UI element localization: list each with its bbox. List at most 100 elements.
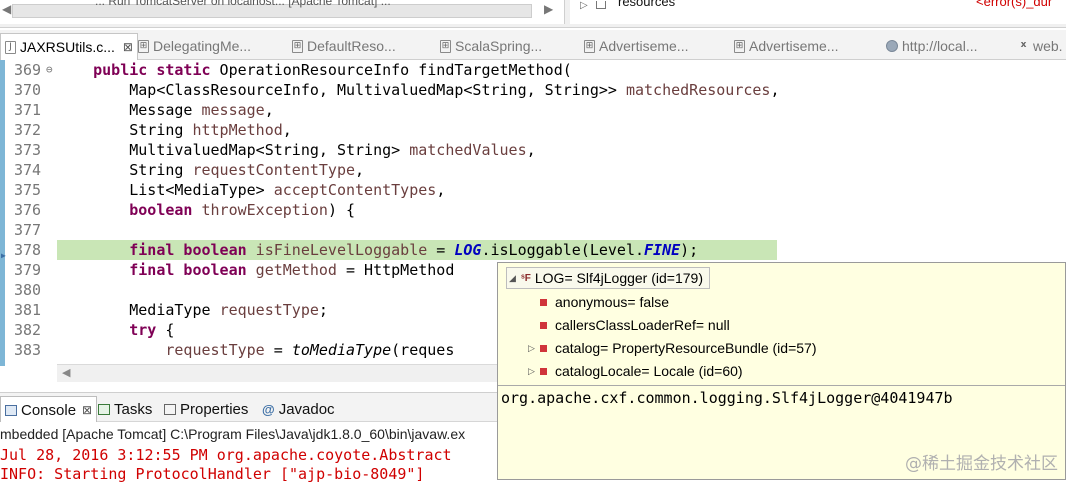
tab-label: Advertiseme... [599, 38, 689, 54]
top-strip: ◀ ▶ ... Run TomcatServer on localhost...… [0, 0, 1066, 28]
code-line: 371 Message message, [14, 101, 274, 119]
code-line: 374 String requestContentType, [14, 161, 365, 179]
tab-label: JAXRSUtils.c... [20, 39, 115, 55]
console-icon [5, 404, 17, 416]
expand-triangle-icon[interactable]: ▷ [580, 0, 588, 11]
tree-item-label: catalogLocale= Locale (id=60) [555, 363, 743, 379]
tree-item-label: anonymous= false [555, 294, 670, 310]
code-line: 377 [0, 220, 1066, 240]
tab-label: web. [1033, 38, 1063, 54]
tree-root-item[interactable]: ◢ ˢF LOG= Slf4jLogger (id=179) [506, 267, 710, 289]
code-line: 373 MultivaluedMap<String, String> match… [14, 141, 536, 159]
tasks-icon [98, 403, 110, 415]
tab-label: DelegatingMe... [153, 38, 252, 54]
tab-localhost[interactable]: http://local... [882, 34, 981, 58]
tree-item-label: LOG= Slf4jLogger (id=179) [534, 270, 703, 286]
class-file-icon: ⊞ [440, 39, 451, 53]
tree-item-label: callersClassLoaderRef= null [555, 317, 730, 333]
tree-item[interactable]: ▷ catalog= PropertyResourceBundle (id=57… [528, 337, 817, 359]
console-output-line: Jul 28, 2016 3:12:55 PM org.apache.coyot… [0, 446, 452, 464]
static-field-icon: ˢF [521, 272, 531, 284]
scroll-left-icon[interactable]: ◀ [62, 366, 70, 379]
tab-jaxrsutils[interactable]: J JAXRSUtils.c... ⊠ [0, 33, 138, 60]
tab-javadoc[interactable]: @ Javadoc [262, 398, 335, 420]
tree-item[interactable]: callersClassLoaderRef= null [528, 314, 730, 336]
current-execution-line: ▶ 378 final boolean isFineLevelLoggable … [0, 240, 1066, 260]
line-number: 374 [14, 161, 42, 179]
line-number: 379 [14, 261, 42, 279]
code-line: 369 ⊖ public static OperationResourceInf… [14, 60, 572, 80]
tab-label: DefaultReso... [307, 38, 396, 54]
line-number: 381 [14, 301, 42, 319]
line-number: 372 [14, 121, 42, 139]
close-icon[interactable]: ⊠ [82, 403, 92, 417]
fold-icon[interactable]: ⊖ [46, 60, 53, 80]
editor-horizontal-scrollbar[interactable]: ◀ [57, 364, 499, 382]
expand-triangle-icon[interactable]: ▷ [528, 343, 540, 354]
tab-tasks[interactable]: Tasks [98, 398, 152, 420]
collapse-triangle-icon[interactable]: ◢ [509, 273, 521, 284]
line-number: 380 [14, 281, 42, 299]
folder-icon [596, 1, 606, 9]
line-number: 382 [14, 321, 42, 339]
close-icon[interactable]: ⊠ [123, 40, 133, 54]
scroll-left-icon[interactable]: ◀ [2, 2, 11, 16]
code-line: 375 List<MediaType> acceptContentTypes, [14, 181, 446, 199]
private-field-icon [540, 367, 547, 375]
properties-icon [164, 403, 176, 415]
tab-label: Advertiseme... [749, 38, 839, 54]
code-line: 376 boolean throwException) { [14, 201, 356, 219]
tab-label: Properties [180, 400, 249, 418]
line-number: 370 [14, 81, 42, 99]
tab-console[interactable]: Console ⊠ [0, 396, 98, 423]
scroll-right-icon[interactable]: ▶ [544, 2, 553, 16]
line-number: 378 [14, 241, 42, 259]
line-number: 371 [14, 101, 42, 119]
class-file-icon: ⊞ [138, 39, 149, 53]
tab-label: Tasks [114, 400, 153, 418]
private-field-icon [540, 321, 547, 329]
console-output-line: INFO: Starting ProtocolHandler ["ajp-bio… [0, 465, 425, 483]
tree-item-label: catalog= PropertyResourceBundle (id=57) [555, 340, 817, 356]
editor-tab-bar: J JAXRSUtils.c... ⊠ ⊞ DelegatingMe... ⊞ … [0, 30, 1066, 60]
private-field-icon [540, 298, 547, 306]
cut-off-text: ... Run TomcatServer on localhost... [Ap… [95, 0, 391, 8]
launch-history-pane: ◀ ▶ ... Run TomcatServer on localhost...… [0, 0, 565, 24]
tree-item[interactable]: anonymous= false [528, 291, 669, 313]
javadoc-icon: @ [262, 401, 275, 417]
views-tab-bar: Console ⊠ Tasks Properties @ Javadoc [0, 392, 500, 423]
line-number: 383 [14, 341, 42, 359]
expand-triangle-icon[interactable]: ▷ [528, 366, 540, 377]
tab-delegating[interactable]: ⊞ DelegatingMe... [134, 34, 255, 58]
tab-advertiseme-1[interactable]: ⊞ Advertiseme... [580, 34, 692, 58]
console-view[interactable]: mbedded [Apache Tomcat] C:\Program Files… [0, 422, 500, 483]
code-line: 372 String httpMethod, [14, 121, 292, 139]
line-number: 376 [14, 201, 42, 219]
globe-icon [886, 40, 898, 52]
tab-properties[interactable]: Properties [164, 398, 248, 420]
console-process-label: mbedded [Apache Tomcat] C:\Program Files… [0, 426, 466, 442]
variable-detail-text[interactable]: org.apache.cxf.common.logging.Slf4jLogge… [501, 389, 953, 407]
class-file-icon: ⊞ [584, 39, 595, 53]
tab-defaultreso[interactable]: ⊞ DefaultReso... [288, 34, 400, 58]
popup-divider[interactable] [498, 385, 1065, 386]
problems-pane: ▷ resources <error(s)_dur [570, 0, 1066, 24]
line-number: 373 [14, 141, 42, 159]
tree-item[interactable]: ▷ catalogLocale= Locale (id=60) [528, 360, 743, 382]
line-number: 377 [14, 221, 42, 239]
java-file-icon: J [5, 40, 16, 54]
tab-scalaspring[interactable]: ⊞ ScalaSpring... [436, 34, 546, 58]
line-number: 375 [14, 181, 42, 199]
class-file-icon: ⊞ [292, 39, 303, 53]
watermark: @稀土掘金技术社区 [905, 454, 1058, 474]
tab-web-xml[interactable]: x web. [1014, 34, 1066, 58]
private-field-icon [540, 344, 547, 352]
tab-label: http://local... [902, 38, 978, 54]
code-line: 370 Map<ClassResourceInfo, MultivaluedMa… [14, 81, 780, 99]
tab-label: Console [21, 401, 77, 419]
variable-inspect-popup[interactable]: ◢ ˢF LOG= Slf4jLogger (id=179) anonymous… [497, 262, 1066, 480]
tab-label: ScalaSpring... [455, 38, 543, 54]
resources-label: resources [618, 0, 676, 9]
error-label: <error(s)_dur [976, 0, 1053, 9]
tab-advertiseme-2[interactable]: ⊞ Advertiseme... [730, 34, 842, 58]
